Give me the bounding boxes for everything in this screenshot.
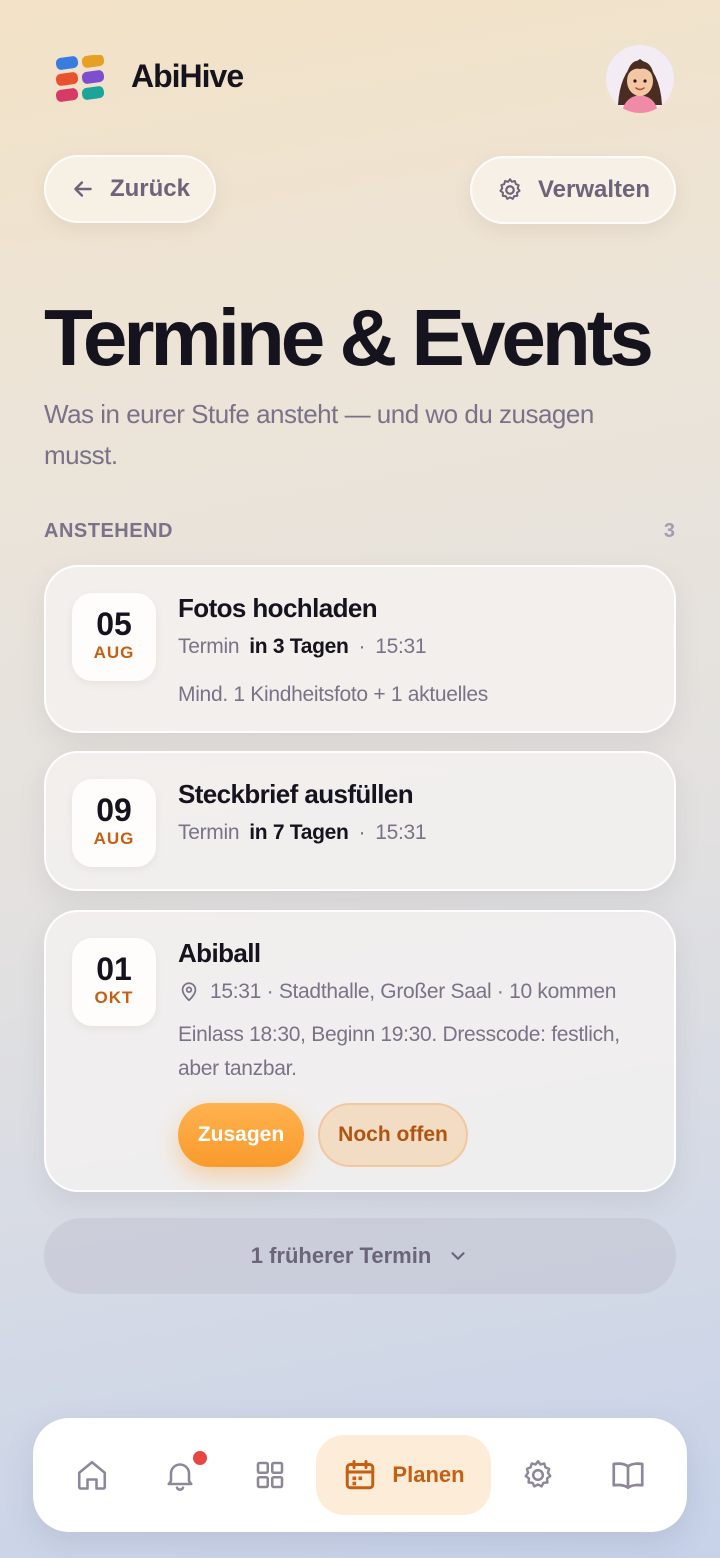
home-icon [77, 1460, 107, 1490]
event-type: Termin [178, 821, 240, 844]
book-icon [612, 1462, 644, 1490]
arrow-left-icon [74, 181, 92, 197]
section-count: 3 [663, 520, 675, 542]
tab-plan[interactable]: Planen [316, 1435, 491, 1515]
earlier-events-toggle[interactable]: 1 früherer Termin [44, 1218, 676, 1294]
event-card[interactable]: 01 OKT Abiball 15:31 · Stadthalle, Große… [44, 910, 676, 1192]
event-description: Einlass 18:30, Beginn 19:30. Dresscode: … [178, 1023, 620, 1080]
date-day: 01 [96, 951, 132, 987]
app-logo [55, 55, 105, 102]
event-time: 15:31 [375, 635, 427, 658]
rsvp-accept-button[interactable]: Zusagen [178, 1103, 304, 1167]
event-title: Fotos hochladen [178, 593, 378, 623]
date-month: AUG [93, 643, 135, 662]
app-name: AbiHive [131, 58, 244, 94]
notification-badge [193, 1451, 207, 1465]
meta-separator: · [358, 821, 366, 844]
event-description: Mind. 1 Kindheitsfoto + 1 aktuelles [178, 683, 488, 706]
avatar[interactable] [606, 45, 674, 113]
tab-notifications[interactable] [147, 1418, 213, 1532]
event-relative-date: in 7 Tagen [249, 821, 349, 844]
gear-icon [499, 178, 521, 200]
event-card[interactable]: 05 AUG Fotos hochladen Termin in 3 Tagen… [44, 565, 676, 733]
section-label: ANSTEHEND [44, 520, 173, 542]
earlier-events-label: 1 früherer Termin [250, 1243, 432, 1268]
tab-home[interactable] [59, 1418, 125, 1532]
event-relative-date: in 3 Tagen [249, 635, 349, 658]
bell-icon [167, 1463, 193, 1491]
tab-guide[interactable] [595, 1418, 661, 1532]
date-day: 09 [96, 792, 132, 828]
rsvp-pending-button[interactable]: Noch offen [318, 1103, 468, 1167]
bottom-tab-bar: Planen [33, 1418, 687, 1532]
date-badge: 09 AUG [72, 779, 156, 867]
meta-separator: · [358, 635, 366, 658]
event-meta: 15:31 · Stadthalle, Großer Saal · 10 kom… [178, 980, 616, 1004]
date-day: 05 [96, 606, 132, 642]
date-month: OKT [94, 988, 134, 1007]
date-month: AUG [93, 829, 135, 848]
event-location-meta: 15:31 · Stadthalle, Großer Saal · 10 kom… [210, 980, 617, 1003]
event-time: 15:31 [375, 821, 427, 844]
page-subtitle: Was in eurer Stufe ansteht — und wo du z… [44, 399, 594, 470]
manage-button-label: Verwalten [537, 176, 651, 203]
event-meta: Termin in 3 Tagen · 15:31 [178, 635, 427, 659]
event-meta: Termin in 7 Tagen · 15:31 [178, 821, 427, 845]
event-card[interactable]: 09 AUG Steckbrief ausfüllen Termin in 7 … [44, 751, 676, 891]
event-type: Termin [178, 635, 240, 658]
grid-icon [256, 1461, 284, 1489]
user-avatar-icon [606, 45, 674, 113]
manage-button[interactable]: Verwalten [470, 156, 676, 224]
back-button[interactable]: Zurück [44, 155, 216, 223]
gear-icon [524, 1460, 552, 1488]
event-title: Steckbrief ausfüllen [178, 779, 414, 809]
calendar-icon [346, 1460, 375, 1490]
date-badge: 01 OKT [72, 938, 156, 1026]
chevron-down-icon [451, 1252, 465, 1260]
back-button-label: Zurück [109, 175, 190, 202]
event-title: Abiball [178, 938, 261, 968]
location-pin-icon [181, 982, 197, 1002]
page-title: Termine & Events [44, 293, 654, 382]
tab-plan-label: Planen [392, 1462, 465, 1487]
tab-settings[interactable] [505, 1418, 571, 1532]
date-badge: 05 AUG [72, 593, 156, 681]
tab-overview[interactable] [237, 1418, 303, 1532]
